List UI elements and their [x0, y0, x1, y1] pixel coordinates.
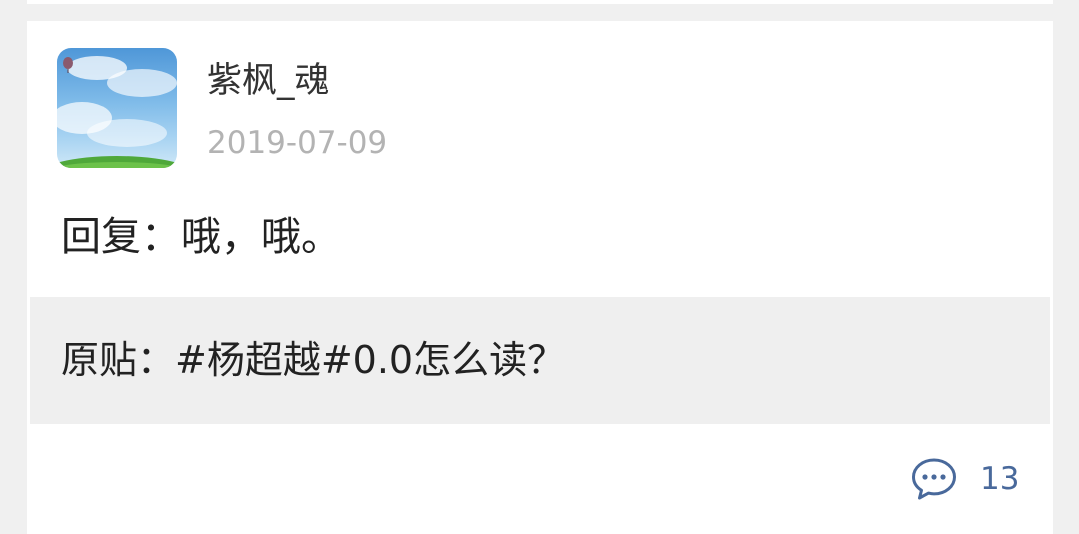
avatar[interactable]: [57, 48, 177, 168]
previous-card-edge: [27, 0, 1053, 4]
comment-bubble-icon: [912, 458, 956, 500]
comment-button[interactable]: 13: [910, 455, 1019, 503]
post-card: 紫枫_魂 2019-07-09 回复：哦，哦。 原贴：#杨超越#0.0怎么读？ …: [27, 21, 1053, 534]
post-date: 2019-07-09: [207, 125, 388, 161]
comment-count: 13: [980, 461, 1020, 497]
reply-text: 回复：哦，哦。: [61, 214, 341, 260]
author-name[interactable]: 紫枫_魂: [207, 57, 330, 105]
avatar-image: [57, 56, 177, 168]
original-post-quote[interactable]: 原贴：#杨超越#0.0怎么读？: [30, 297, 1050, 424]
original-post-text: 原贴：#杨超越#0.0怎么读？: [61, 338, 566, 382]
